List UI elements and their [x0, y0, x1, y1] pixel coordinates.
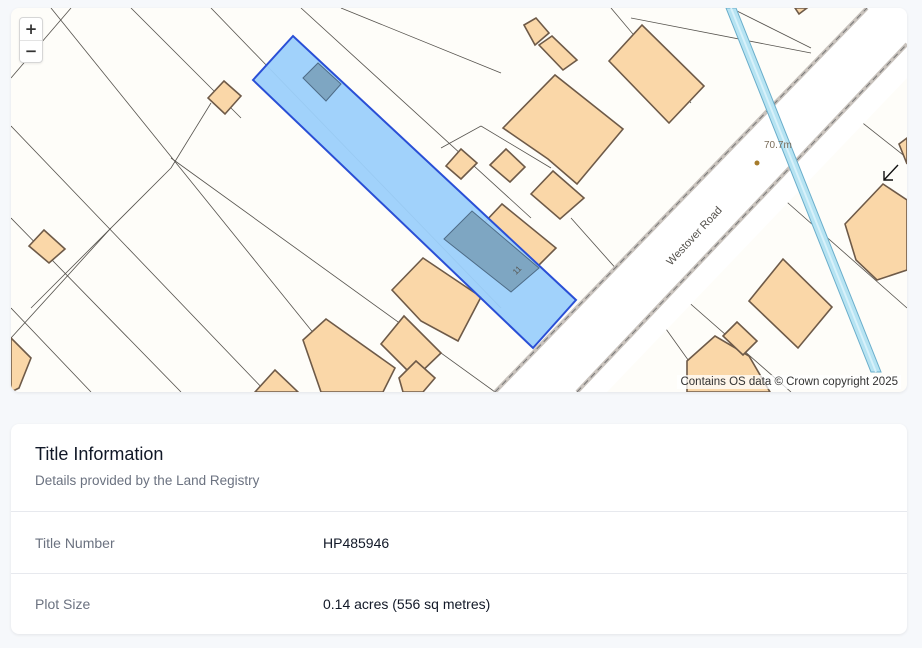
- direction-arrow-icon: [883, 164, 899, 181]
- plot-size-value: 0.14 acres (556 sq metres): [323, 596, 491, 612]
- title-information-card: Title Information Details provided by th…: [11, 424, 907, 634]
- card-title: Title Information: [35, 444, 164, 464]
- map-view[interactable]: 11 Westover Road 70.7m + − Contains OS d…: [11, 8, 907, 392]
- spot-height-label: 70.7m: [764, 140, 792, 151]
- plot-size-row: Plot Size 0.14 acres (556 sq metres): [11, 573, 907, 634]
- plot-size-label: Plot Size: [35, 596, 91, 612]
- zoom-out-button[interactable]: −: [20, 40, 42, 62]
- title-number-value: HP485946: [323, 534, 390, 551]
- card-header: Title Information Details provided by th…: [11, 424, 907, 512]
- spot-height-marker: [754, 160, 760, 166]
- zoom-in-button[interactable]: +: [20, 18, 42, 40]
- title-number-row: Title Number HP485946: [11, 512, 907, 573]
- zoom-control: + −: [19, 17, 43, 63]
- map-attribution: Contains OS data © Crown copyright 2025: [677, 375, 901, 389]
- map-canvas: 11 Westover Road 70.7m: [11, 8, 907, 392]
- card-subtitle: Details provided by the Land Registry: [35, 473, 260, 488]
- title-number-label: Title Number: [35, 534, 115, 551]
